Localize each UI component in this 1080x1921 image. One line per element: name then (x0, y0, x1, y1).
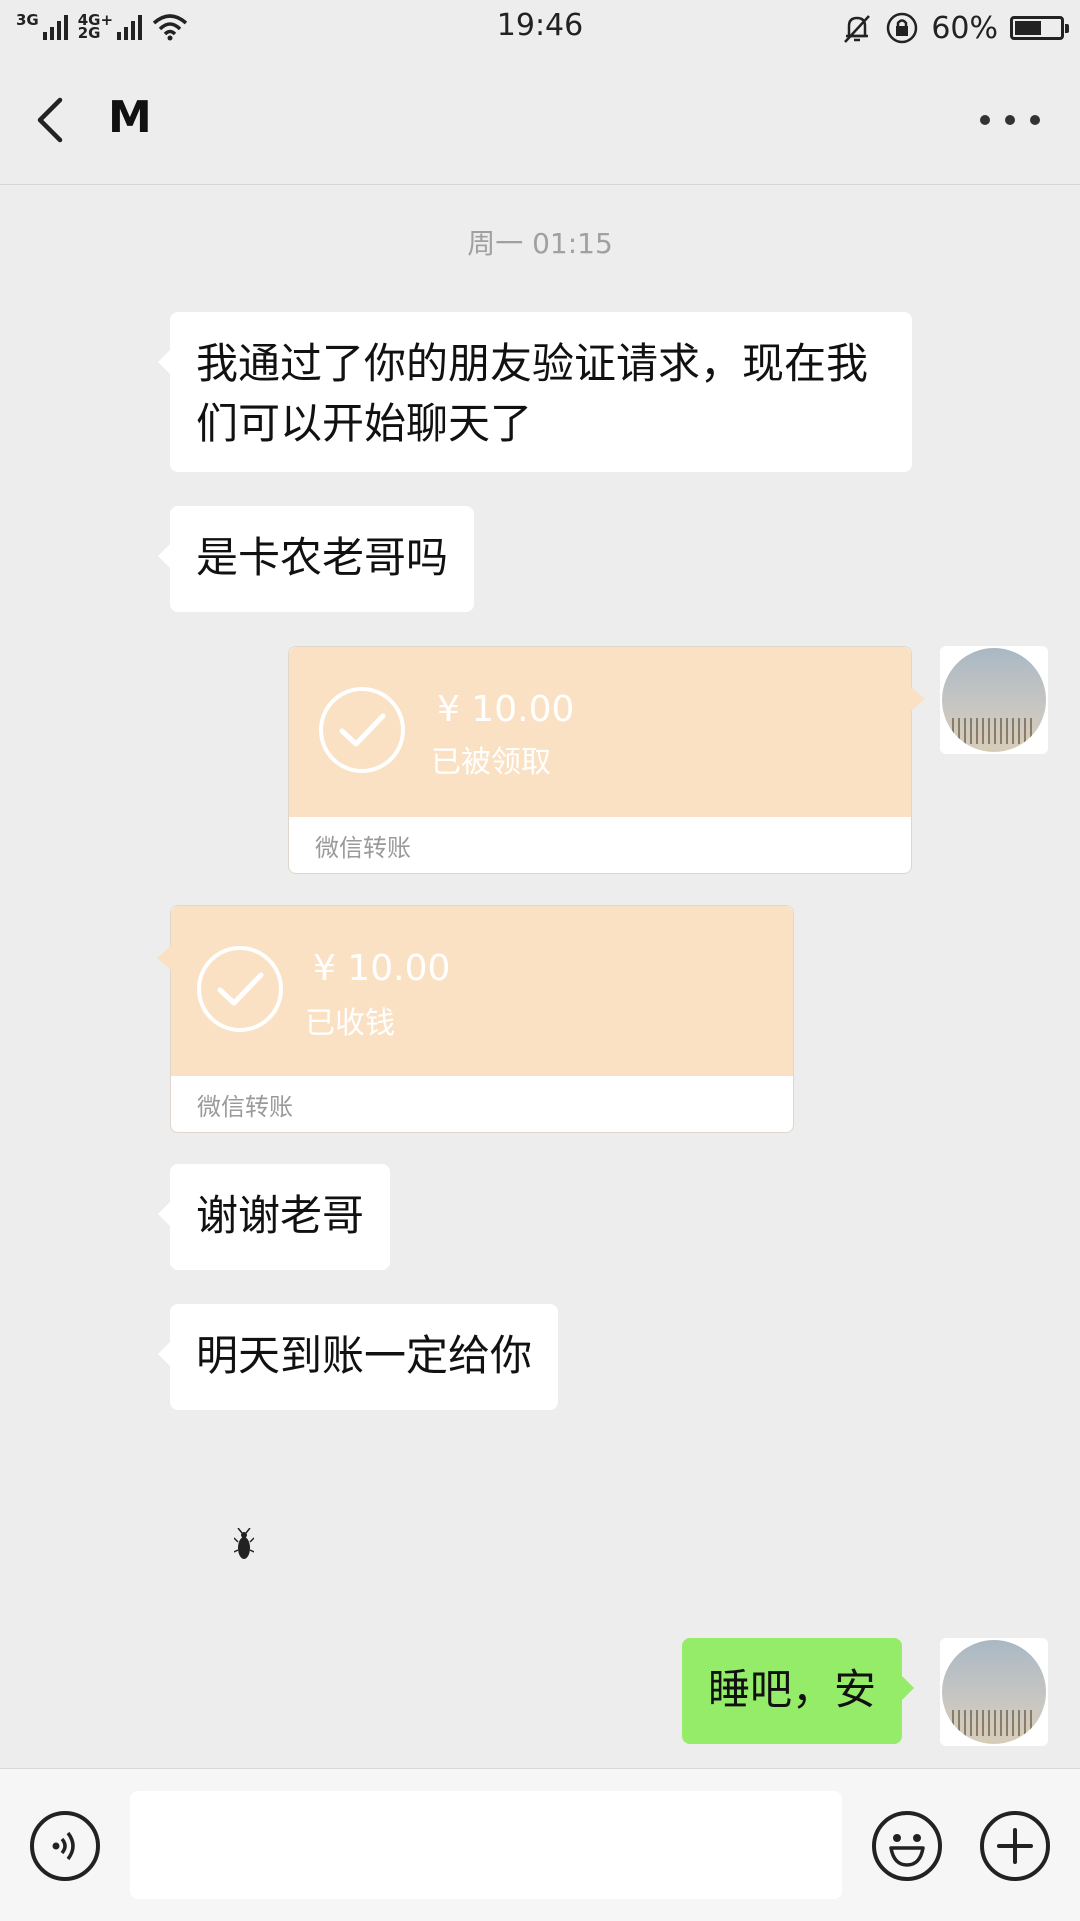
transfer-card-sent[interactable]: ¥ 10.00 已被领取 微信转账 (288, 646, 925, 874)
message-bubble-received[interactable]: 是卡农老哥吗 (157, 506, 475, 612)
mute-icon (844, 15, 871, 43)
message-text: 谢谢老哥 (196, 1191, 365, 1240)
system-indicators: 60% (841, 8, 1069, 48)
message-text: 明天到账一定给你 (196, 1331, 533, 1380)
check-circle-icon (197, 946, 283, 1032)
avatar[interactable] (940, 1638, 1048, 1746)
transfer-card-received[interactable]: ¥ 10.00 已收钱 微信转账 (157, 905, 794, 1133)
battery-fill (1015, 21, 1041, 35)
rotation-lock-icon (887, 12, 918, 44)
chat-title: M (108, 92, 152, 143)
message-bubble-received[interactable]: 明天到账一定给你 (157, 1304, 559, 1410)
more-icon[interactable] (980, 100, 1040, 140)
message-input[interactable] (130, 1791, 842, 1899)
transfer-label: 微信转账 (197, 1093, 293, 1121)
message-text: 我通过了你的朋友验证请求，现在我们可以开始聊天了 (196, 339, 869, 448)
emoji-icon[interactable] (872, 1811, 942, 1881)
message-bubble-received[interactable]: 谢谢老哥 (157, 1164, 391, 1270)
message-bubble-received[interactable]: 我通过了你的朋友验证请求，现在我们可以开始聊天了 (158, 312, 912, 472)
transfer-label: 微信转账 (315, 834, 411, 862)
chat-header: M (0, 56, 1080, 185)
message-text: 睡吧，安 (708, 1665, 877, 1714)
message-timestamp: 周一 01:15 (467, 227, 613, 260)
message-bubble-sent[interactable]: 睡吧，安 (682, 1638, 915, 1744)
battery-icon (1010, 16, 1069, 40)
check-circle-icon (319, 687, 405, 773)
status-bar: 3G 4G+ 2G 19:46 60% (0, 0, 1080, 56)
transfer-status: 已被领取 (431, 745, 551, 780)
message-text: 是卡农老哥吗 (196, 533, 449, 582)
battery-percent: 60% (931, 10, 998, 46)
plus-icon[interactable] (980, 1811, 1050, 1881)
transfer-amount: ¥ 10.00 (437, 689, 575, 730)
avatar[interactable] (940, 646, 1048, 754)
transfer-amount: ¥ 10.00 (313, 948, 451, 989)
transfer-status: 已收钱 (305, 1006, 395, 1041)
back-icon[interactable] (30, 94, 74, 146)
bug-icon (234, 1528, 254, 1559)
voice-icon[interactable] (30, 1811, 100, 1881)
input-bar (0, 1768, 1080, 1921)
